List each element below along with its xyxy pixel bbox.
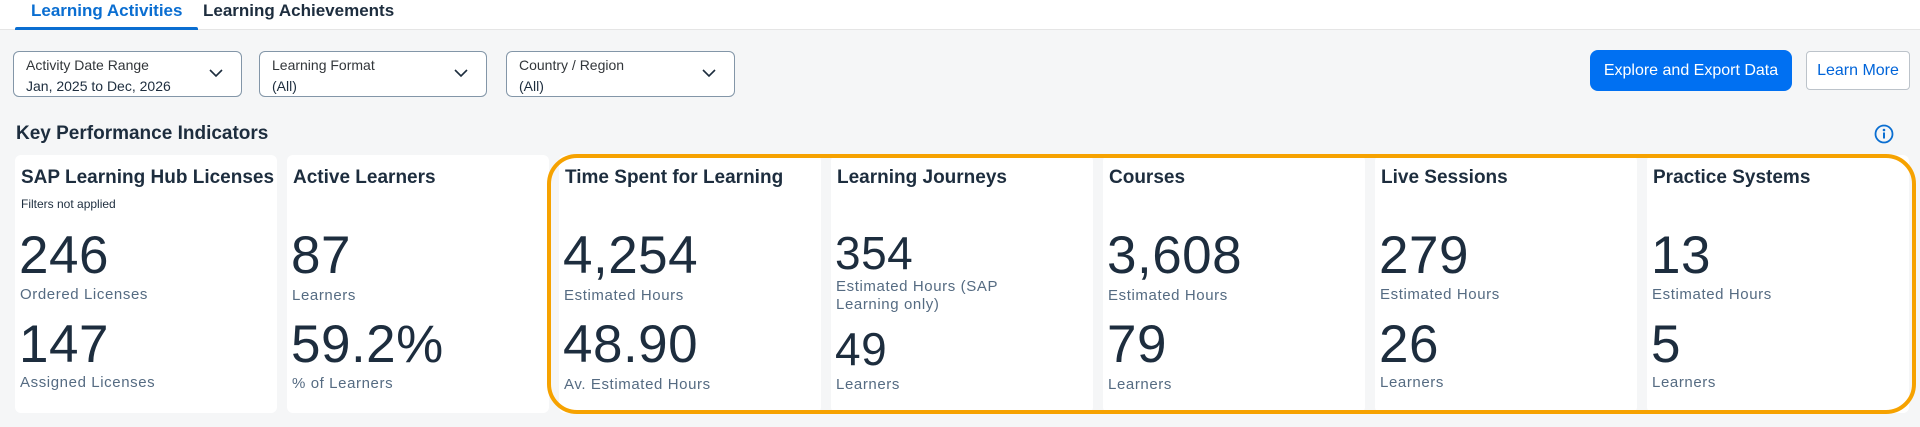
metric-value: 26	[1379, 315, 1439, 374]
metric-value: 79	[1107, 315, 1167, 374]
metric-label: Estimated Hours	[564, 287, 684, 304]
kpi-card-time-spent: Time Spent for Learning 4,254 Estimated …	[559, 155, 821, 413]
tab-learning-achievements[interactable]: Learning Achievements	[203, 0, 394, 30]
metric-value: 48.90	[563, 315, 699, 374]
card-title: Courses	[1109, 167, 1186, 188]
metric-label: Learners	[836, 376, 901, 393]
kpi-card-practice-systems: Practice Systems 13 Estimated Hours 5 Le…	[1647, 155, 1909, 413]
metric-value: 59.2%	[291, 315, 444, 374]
metric-label: Estimated Hours	[1652, 286, 1772, 303]
filters-note: Filters not applied	[21, 197, 116, 211]
card-title: SAP Learning Hub Licenses	[21, 167, 275, 188]
kpi-card-licenses: SAP Learning Hub Licenses Filters not ap…	[15, 155, 277, 413]
metric-label: Av. Estimated Hours	[564, 376, 711, 393]
activity-date-range-filter[interactable]: Activity Date Range Jan, 2025 to Dec, 20…	[13, 51, 242, 97]
info-icon[interactable]	[1874, 124, 1894, 144]
metric-value: 87	[291, 226, 351, 285]
metric-label: Ordered Licenses	[20, 286, 148, 303]
metric-label: Estimated Hours	[1108, 287, 1228, 304]
learn-more-button[interactable]: Learn More	[1806, 51, 1910, 90]
chevron-down-icon	[454, 69, 468, 78]
metric-value: 5	[1651, 315, 1681, 374]
filter-label: Country / Region	[519, 57, 625, 73]
card-title: Active Learners	[293, 167, 436, 188]
metric-value: 246	[19, 226, 109, 285]
metric-value: 3,608	[1107, 226, 1243, 285]
metric-label: % of Learners	[292, 375, 394, 392]
kpi-card-live-sessions: Live Sessions 279 Estimated Hours 26 Lea…	[1375, 155, 1637, 413]
metric-value: 4,254	[563, 226, 699, 285]
metric-label: Learners	[1652, 374, 1717, 391]
card-title: Learning Journeys	[837, 167, 1007, 188]
kpi-card-learning-journeys: Learning Journeys 354 Estimated Hours (S…	[831, 155, 1093, 413]
kpi-section-title: Key Performance Indicators	[16, 123, 269, 144]
metric-label: Learners	[1108, 376, 1173, 393]
filter-label: Learning Format	[272, 57, 375, 73]
filter-value: (All)	[519, 78, 544, 94]
filter-label: Activity Date Range	[26, 57, 149, 73]
metric-label: Assigned Licenses	[20, 374, 156, 391]
card-title: Practice Systems	[1653, 167, 1811, 188]
metric-value: 354	[835, 227, 914, 279]
metric-label: Estimated Hours (SAP Learning only)	[836, 278, 999, 313]
learning-format-filter[interactable]: Learning Format (All)	[259, 51, 487, 97]
metric-value: 49	[835, 323, 888, 375]
metric-label: Estimated Hours	[1380, 286, 1500, 303]
kpi-card-courses: Courses 3,608 Estimated Hours 79 Learner…	[1103, 155, 1365, 413]
tab-bar: Learning Activities Learning Achievement…	[0, 0, 1920, 30]
metric-label: Learners	[292, 287, 357, 304]
card-title: Live Sessions	[1381, 167, 1508, 188]
chevron-down-icon	[702, 69, 716, 78]
filter-value: (All)	[272, 78, 297, 94]
chevron-down-icon	[209, 69, 223, 78]
metric-value: 13	[1651, 226, 1711, 285]
kpi-card-active-learners: Active Learners 87 Learners 59.2% % of L…	[287, 155, 549, 413]
metric-value: 279	[1379, 226, 1469, 285]
explore-and-export-data-button[interactable]: Explore and Export Data	[1590, 50, 1792, 91]
metric-value: 147	[19, 315, 109, 374]
country-region-filter[interactable]: Country / Region (All)	[506, 51, 735, 97]
metric-label: Learners	[1380, 374, 1445, 391]
card-title: Time Spent for Learning	[565, 167, 784, 188]
tab-learning-activities[interactable]: Learning Activities	[14, 0, 199, 30]
filter-value: Jan, 2025 to Dec, 2026	[26, 78, 171, 94]
